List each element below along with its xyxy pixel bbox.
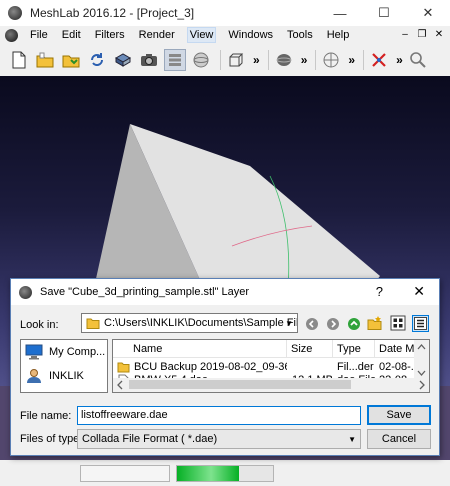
- menu-view[interactable]: View: [186, 27, 217, 43]
- sidebar-item-my-computer[interactable]: My Comp...: [21, 340, 107, 364]
- toolbar-overflow-button[interactable]: »: [301, 53, 308, 67]
- files-of-type-value: Collada File Format ( *.dae): [82, 433, 218, 445]
- sidebar-item-label: My Comp...: [49, 346, 106, 358]
- maximize-button[interactable]: ☐: [362, 0, 406, 26]
- bounding-box-icon[interactable]: [225, 49, 247, 71]
- toolbar-separator: [267, 50, 269, 70]
- toolbar-separator: [363, 50, 365, 70]
- import-mesh-icon[interactable]: [60, 49, 82, 71]
- measure-tool-icon[interactable]: [368, 49, 390, 71]
- folder-icon: [117, 362, 130, 373]
- render-mode-icon[interactable]: [273, 49, 295, 71]
- status-bar: [0, 460, 450, 486]
- dialog-title: Save "Cube_3d_printing_sample.stl" Layer: [40, 286, 249, 298]
- file-name-input[interactable]: listoffreeware.dae: [77, 406, 361, 425]
- progress-fill: [177, 466, 240, 481]
- mdi-close-button[interactable]: ✕: [432, 27, 446, 41]
- look-in-label: Look in:: [20, 319, 59, 331]
- save-icon[interactable]: [112, 49, 134, 71]
- toolbar-overflow-button[interactable]: »: [253, 53, 260, 67]
- horizontal-scrollbar[interactable]: [113, 378, 429, 392]
- look-in-path: C:\Users\INKLIK\Documents\Sample Files: [104, 317, 297, 329]
- mdi-minimize-button[interactable]: –: [398, 27, 412, 41]
- meshlab-menu-icon[interactable]: [5, 28, 18, 42]
- user-icon: [27, 369, 41, 383]
- column-type[interactable]: Type: [333, 340, 375, 357]
- menu-render[interactable]: Render: [137, 28, 177, 42]
- table-row[interactable]: BCU Backup 2019-08-02_09-36-16 Fil...der…: [113, 360, 415, 374]
- back-icon[interactable]: [304, 316, 320, 332]
- toolbar-overflow-button[interactable]: »: [396, 53, 403, 67]
- menu-help[interactable]: Help: [325, 28, 352, 42]
- files-of-type-label: Files of type:: [20, 433, 83, 445]
- mdi-controls: – ❐ ✕: [398, 27, 446, 41]
- help-button[interactable]: ?: [376, 284, 383, 299]
- search-icon[interactable]: [407, 49, 429, 71]
- dialog-close-button[interactable]: ✕: [413, 283, 425, 300]
- sidebar-item-label: INKLIK: [49, 370, 84, 382]
- files-of-type-select[interactable]: Collada File Format ( *.dae) ▼: [77, 429, 361, 449]
- sphere-view-icon[interactable]: [190, 49, 212, 71]
- mdi-restore-button[interactable]: ❐: [415, 27, 429, 41]
- computer-icon: [25, 344, 43, 360]
- file-type-cell: Fil...der: [337, 361, 374, 373]
- folder-icon: [86, 318, 100, 329]
- save-layer-dialog: Save "Cube_3d_printing_sample.stl" Layer…: [10, 278, 440, 456]
- toolbar-separator: [220, 50, 221, 70]
- snapshot-icon[interactable]: [138, 49, 160, 71]
- progress-bar: [176, 465, 274, 482]
- file-name-cell: BCU Backup 2019-08-02_09-36-16: [134, 361, 287, 373]
- cancel-button[interactable]: Cancel: [367, 429, 431, 449]
- menu-windows[interactable]: Windows: [226, 28, 275, 42]
- title-bar: MeshLab 2016.12 - [Project_3] — ☐ ✕: [0, 0, 450, 26]
- file-list: Name Size Type Date Mo BCU Backup 2019-0…: [112, 339, 430, 393]
- main-toolbar: » » » »: [0, 46, 450, 74]
- look-in-combo[interactable]: C:\Users\INKLIK\Documents\Sample Files ▼: [81, 313, 298, 333]
- chevron-down-icon: ▼: [348, 435, 356, 444]
- open-project-icon[interactable]: [34, 49, 56, 71]
- up-folder-icon[interactable]: [346, 316, 362, 332]
- window-controls: — ☐ ✕: [318, 0, 450, 26]
- menu-tools[interactable]: Tools: [285, 28, 315, 42]
- list-view-icon[interactable]: [390, 315, 406, 331]
- scrollbar-thumb[interactable]: [129, 380, 351, 389]
- column-name[interactable]: Name: [113, 340, 287, 357]
- chevron-down-icon: ▼: [285, 319, 293, 328]
- reload-icon[interactable]: [86, 49, 108, 71]
- sidebar-item-inklik[interactable]: INKLIK: [21, 364, 107, 388]
- new-folder-icon[interactable]: [367, 315, 383, 331]
- toolbar-separator: [315, 50, 317, 70]
- save-button[interactable]: Save: [367, 405, 431, 425]
- close-button[interactable]: ✕: [406, 0, 450, 26]
- menu-filters[interactable]: Filters: [93, 28, 127, 42]
- layer-panel-icon[interactable]: [164, 49, 186, 71]
- window-title: MeshLab 2016.12 - [Project_3]: [30, 6, 195, 20]
- toolbar-overflow-button[interactable]: »: [348, 53, 355, 67]
- vertical-scrollbar[interactable]: [414, 340, 429, 380]
- dialog-title-bar: Save "Cube_3d_printing_sample.stl" Layer…: [11, 279, 439, 305]
- scroll-right-icon[interactable]: [415, 378, 429, 392]
- places-sidebar: My Comp... INKLIK: [20, 339, 108, 393]
- file-date-cell: 02-08-...: [379, 361, 415, 373]
- file-list-header: Name Size Type Date Mo: [113, 340, 415, 358]
- meshlab-window: MeshLab 2016.12 - [Project_3] — ☐ ✕ File…: [0, 0, 450, 486]
- menu-bar: File Edit Filters Render View Windows To…: [0, 26, 450, 44]
- column-date[interactable]: Date Mo: [375, 340, 415, 357]
- file-name-label: File name:: [20, 410, 72, 422]
- minimize-button[interactable]: —: [318, 0, 362, 26]
- forward-icon[interactable]: [325, 316, 341, 332]
- detail-view-icon[interactable]: [412, 315, 429, 332]
- menu-file[interactable]: File: [28, 28, 50, 42]
- column-size[interactable]: Size: [287, 340, 333, 357]
- meshlab-logo-icon: [8, 6, 22, 20]
- trackball-icon[interactable]: [320, 49, 342, 71]
- scroll-left-icon[interactable]: [113, 378, 127, 392]
- status-field: [80, 465, 170, 482]
- meshlab-logo-icon: [19, 285, 32, 299]
- menu-edit[interactable]: Edit: [60, 28, 83, 42]
- new-project-icon[interactable]: [8, 49, 30, 71]
